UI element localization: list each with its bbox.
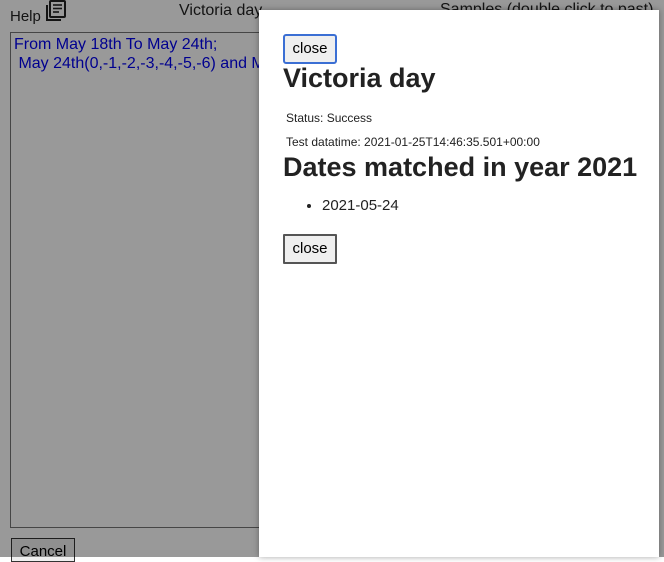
status-line: Status: Success [286,111,372,125]
close-button-bottom[interactable]: close [283,234,337,264]
close-button-top[interactable]: close [283,34,337,64]
status-key: Status: [286,111,324,125]
datetime-key: Test datatime: [286,135,361,149]
test-result-dialog: close Victoria day Status: Success Test … [259,10,659,557]
status-value: Success [326,111,373,125]
datetime-line: Test datatime: 2021-01-25T14:46:35.501+0… [286,135,540,149]
matched-dates-heading: Dates matched in year 2021 [283,152,638,182]
dialog-title: Victoria day [283,63,436,93]
list-item: 2021-05-24 [322,196,399,216]
matched-dates-list: 2021-05-24 [283,196,399,216]
datetime-value: 2021-01-25T14:46:35.501+00:00 [364,135,540,149]
